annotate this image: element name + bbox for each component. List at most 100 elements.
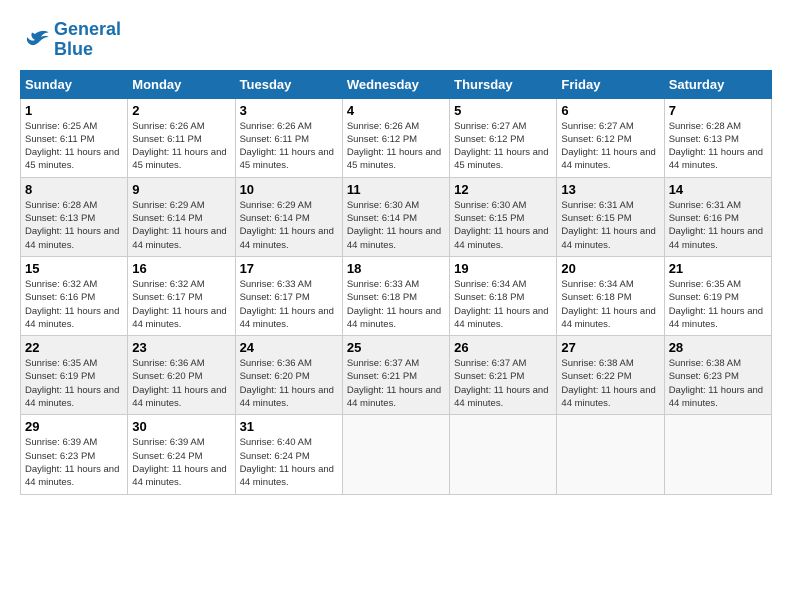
weekday-header: Saturday (664, 70, 771, 98)
weekday-header: Tuesday (235, 70, 342, 98)
empty-day-cell (450, 415, 557, 494)
day-number: 19 (454, 261, 552, 276)
day-info: Sunrise: 6:25 AMSunset: 6:11 PMDaylight:… (25, 120, 123, 173)
day-number: 10 (240, 182, 338, 197)
calendar-header-row: SundayMondayTuesdayWednesdayThursdayFrid… (21, 70, 772, 98)
day-cell: 9Sunrise: 6:29 AMSunset: 6:14 PMDaylight… (128, 177, 235, 256)
day-info: Sunrise: 6:28 AMSunset: 6:13 PMDaylight:… (25, 199, 123, 252)
day-info: Sunrise: 6:30 AMSunset: 6:15 PMDaylight:… (454, 199, 552, 252)
day-cell: 15 Sunrise: 6:32 AMSunset: 6:16 PMDayligh… (21, 256, 128, 335)
day-cell: 2 Sunrise: 6:26 AMSunset: 6:11 PMDaylight… (128, 98, 235, 177)
day-cell: 13 Sunrise: 6:31 AMSunset: 6:15 PMDayligh… (557, 177, 664, 256)
day-number: 3 (240, 103, 338, 118)
day-number: 1 (25, 103, 123, 118)
day-number: 14 (669, 182, 767, 197)
day-cell: 12 Sunrise: 6:30 AMSunset: 6:15 PMDayligh… (450, 177, 557, 256)
day-number: 13 (561, 182, 659, 197)
day-info: Sunrise: 6:34 AMSunset: 6:18 PMDaylight:… (454, 278, 552, 331)
weekday-header: Wednesday (342, 70, 449, 98)
day-number: 20 (561, 261, 659, 276)
day-info: Sunrise: 6:34 AMSunset: 6:18 PMDaylight:… (561, 278, 659, 331)
day-cell: 18 Sunrise: 6:33 AMSunset: 6:18 PMDayligh… (342, 256, 449, 335)
day-cell: 8Sunrise: 6:28 AMSunset: 6:13 PMDaylight… (21, 177, 128, 256)
day-info: Sunrise: 6:29 AMSunset: 6:14 PMDaylight:… (240, 199, 338, 252)
day-number: 18 (347, 261, 445, 276)
day-cell: 25 Sunrise: 6:37 AMSunset: 6:21 PMDayligh… (342, 336, 449, 415)
day-number: 29 (25, 419, 123, 434)
day-number: 30 (132, 419, 230, 434)
day-number: 27 (561, 340, 659, 355)
day-cell: 30 Sunrise: 6:39 AMSunset: 6:24 PMDayligh… (128, 415, 235, 494)
day-number: 15 (25, 261, 123, 276)
day-number: 4 (347, 103, 445, 118)
day-info: Sunrise: 6:28 AMSunset: 6:13 PMDaylight:… (669, 120, 767, 173)
day-cell: 31Sunrise: 6:40 AMSunset: 6:24 PMDayligh… (235, 415, 342, 494)
day-info: Sunrise: 6:32 AMSunset: 6:16 PMDaylight:… (25, 278, 123, 331)
day-info: Sunrise: 6:33 AMSunset: 6:18 PMDaylight:… (347, 278, 445, 331)
day-cell: 6 Sunrise: 6:27 AMSunset: 6:12 PMDaylight… (557, 98, 664, 177)
day-info: Sunrise: 6:27 AMSunset: 6:12 PMDaylight:… (561, 120, 659, 173)
day-cell: 28 Sunrise: 6:38 AMSunset: 6:23 PMDayligh… (664, 336, 771, 415)
weekday-header: Monday (128, 70, 235, 98)
logo-icon (20, 28, 50, 52)
weekday-header: Sunday (21, 70, 128, 98)
day-cell: 19 Sunrise: 6:34 AMSunset: 6:18 PMDayligh… (450, 256, 557, 335)
day-info: Sunrise: 6:31 AMSunset: 6:15 PMDaylight:… (561, 199, 659, 252)
day-number: 2 (132, 103, 230, 118)
day-info: Sunrise: 6:30 AMSunset: 6:14 PMDaylight:… (347, 199, 445, 252)
day-number: 21 (669, 261, 767, 276)
calendar-week-row: 29 Sunrise: 6:39 AMSunset: 6:23 PMDayligh… (21, 415, 772, 494)
day-info: Sunrise: 6:38 AMSunset: 6:23 PMDaylight:… (669, 357, 767, 410)
page-header: General Blue (20, 20, 772, 60)
calendar-table: SundayMondayTuesdayWednesdayThursdayFrid… (20, 70, 772, 495)
day-info: Sunrise: 6:26 AMSunset: 6:11 PMDaylight:… (132, 120, 230, 173)
day-info: Sunrise: 6:36 AMSunset: 6:20 PMDaylight:… (240, 357, 338, 410)
day-cell: 27 Sunrise: 6:38 AMSunset: 6:22 PMDayligh… (557, 336, 664, 415)
day-info: Sunrise: 6:32 AMSunset: 6:17 PMDaylight:… (132, 278, 230, 331)
day-number: 12 (454, 182, 552, 197)
calendar-week-row: 15 Sunrise: 6:32 AMSunset: 6:16 PMDayligh… (21, 256, 772, 335)
day-info: Sunrise: 6:38 AMSunset: 6:22 PMDaylight:… (561, 357, 659, 410)
day-number: 17 (240, 261, 338, 276)
day-info: Sunrise: 6:37 AMSunset: 6:21 PMDaylight:… (454, 357, 552, 410)
empty-day-cell (664, 415, 771, 494)
day-number: 16 (132, 261, 230, 276)
day-number: 7 (669, 103, 767, 118)
day-number: 23 (132, 340, 230, 355)
day-number: 6 (561, 103, 659, 118)
day-info: Sunrise: 6:40 AMSunset: 6:24 PMDaylight:… (240, 436, 338, 489)
day-cell: 26 Sunrise: 6:37 AMSunset: 6:21 PMDayligh… (450, 336, 557, 415)
empty-day-cell (342, 415, 449, 494)
day-info: Sunrise: 6:35 AMSunset: 6:19 PMDaylight:… (25, 357, 123, 410)
calendar-week-row: 22Sunrise: 6:35 AMSunset: 6:19 PMDayligh… (21, 336, 772, 415)
day-cell: 4 Sunrise: 6:26 AMSunset: 6:12 PMDaylight… (342, 98, 449, 177)
weekday-header: Friday (557, 70, 664, 98)
weekday-header: Thursday (450, 70, 557, 98)
day-number: 24 (240, 340, 338, 355)
day-cell: 17Sunrise: 6:33 AMSunset: 6:17 PMDayligh… (235, 256, 342, 335)
day-info: Sunrise: 6:39 AMSunset: 6:24 PMDaylight:… (132, 436, 230, 489)
day-number: 26 (454, 340, 552, 355)
day-cell: 16 Sunrise: 6:32 AMSunset: 6:17 PMDayligh… (128, 256, 235, 335)
day-cell: 7 Sunrise: 6:28 AMSunset: 6:13 PMDaylight… (664, 98, 771, 177)
day-info: Sunrise: 6:29 AMSunset: 6:14 PMDaylight:… (132, 199, 230, 252)
calendar-week-row: 1 Sunrise: 6:25 AMSunset: 6:11 PMDaylight… (21, 98, 772, 177)
day-cell: 23 Sunrise: 6:36 AMSunset: 6:20 PMDayligh… (128, 336, 235, 415)
day-cell: 5Sunrise: 6:27 AMSunset: 6:12 PMDaylight… (450, 98, 557, 177)
day-info: Sunrise: 6:36 AMSunset: 6:20 PMDaylight:… (132, 357, 230, 410)
day-number: 25 (347, 340, 445, 355)
day-info: Sunrise: 6:37 AMSunset: 6:21 PMDaylight:… (347, 357, 445, 410)
day-info: Sunrise: 6:31 AMSunset: 6:16 PMDaylight:… (669, 199, 767, 252)
calendar-week-row: 8Sunrise: 6:28 AMSunset: 6:13 PMDaylight… (21, 177, 772, 256)
day-cell: 21Sunrise: 6:35 AMSunset: 6:19 PMDayligh… (664, 256, 771, 335)
day-info: Sunrise: 6:27 AMSunset: 6:12 PMDaylight:… (454, 120, 552, 173)
day-cell: 24 Sunrise: 6:36 AMSunset: 6:20 PMDayligh… (235, 336, 342, 415)
day-number: 28 (669, 340, 767, 355)
day-info: Sunrise: 6:26 AMSunset: 6:11 PMDaylight:… (240, 120, 338, 173)
day-cell: 11Sunrise: 6:30 AMSunset: 6:14 PMDayligh… (342, 177, 449, 256)
empty-day-cell (557, 415, 664, 494)
day-info: Sunrise: 6:26 AMSunset: 6:12 PMDaylight:… (347, 120, 445, 173)
day-cell: 22Sunrise: 6:35 AMSunset: 6:19 PMDayligh… (21, 336, 128, 415)
day-info: Sunrise: 6:39 AMSunset: 6:23 PMDaylight:… (25, 436, 123, 489)
day-cell: 10 Sunrise: 6:29 AMSunset: 6:14 PMDayligh… (235, 177, 342, 256)
